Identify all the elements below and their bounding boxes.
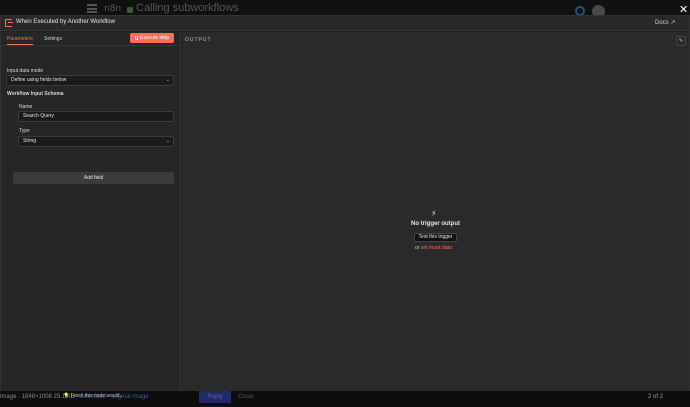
set-mock-data-link[interactable]: set mock data <box>421 245 452 251</box>
input-mode-label: Input data mode <box>7 68 44 74</box>
input-mode-select[interactable]: Define using fields below ⌄ <box>6 75 174 86</box>
name-value: Search Query <box>23 113 54 119</box>
test-trigger-button[interactable]: Test this trigger <box>414 233 457 242</box>
chevron-down-icon: ⌄ <box>165 138 170 144</box>
workflow-title: Calling subworkflows <box>127 2 239 14</box>
type-value: String <box>23 138 37 144</box>
docs-link[interactable]: Docs ↗ <box>655 19 675 26</box>
node-title: When Executed by Another Workflow <box>16 19 115 25</box>
name-label: Name <box>19 104 33 110</box>
name-field[interactable]: Search Query <box>18 111 174 122</box>
trigger-icon <box>5 19 13 27</box>
input-mode-value: Define using fields below <box>11 77 67 83</box>
close-button[interactable]: Close <box>238 394 253 400</box>
tab-settings[interactable]: Settings <box>44 36 62 42</box>
type-select[interactable]: String ⌄ <box>18 136 174 147</box>
flask-icon <box>135 36 139 40</box>
tab-bar: Parameters Settings Execute step <box>1 32 181 46</box>
schema-heading: Workflow Input Schema <box>7 91 64 97</box>
wish-text: I wish this node would... <box>70 393 124 399</box>
chevron-down-icon: ⌄ <box>165 77 170 83</box>
menu-icon[interactable] <box>87 4 97 13</box>
node-modal: When Executed by Another Workflow Docs ↗… <box>0 15 690 399</box>
add-field-button[interactable]: Add field <box>13 172 174 184</box>
type-label: Type <box>19 128 30 134</box>
tab-parameters[interactable]: Parameters <box>7 36 33 45</box>
pager: 2 of 2 <box>648 394 664 400</box>
bolt-icon: ⚡ <box>431 209 437 218</box>
output-panel: OUTPUT ✎ ⚡ No trigger output Test this t… <box>182 32 689 391</box>
modal-header: When Executed by Another Workflow Docs ↗ <box>1 16 689 31</box>
output-label: OUTPUT <box>185 37 212 43</box>
execute-step-label: Execute step <box>140 35 169 41</box>
mock-data-line: or set mock data <box>415 245 452 251</box>
execute-step-button[interactable]: Execute step <box>130 33 174 43</box>
wish-link[interactable]: 💡 I wish this node would... <box>63 393 124 399</box>
parameters-panel: Parameters Settings Execute step Input d… <box>1 32 181 399</box>
empty-output-title: No trigger output <box>411 221 460 227</box>
edit-icon[interactable]: ✎ <box>676 36 686 46</box>
n8n-logo: n8n <box>104 4 122 14</box>
or-text: or <box>415 245 420 251</box>
reply-button[interactable]: Reply <box>199 391 231 403</box>
